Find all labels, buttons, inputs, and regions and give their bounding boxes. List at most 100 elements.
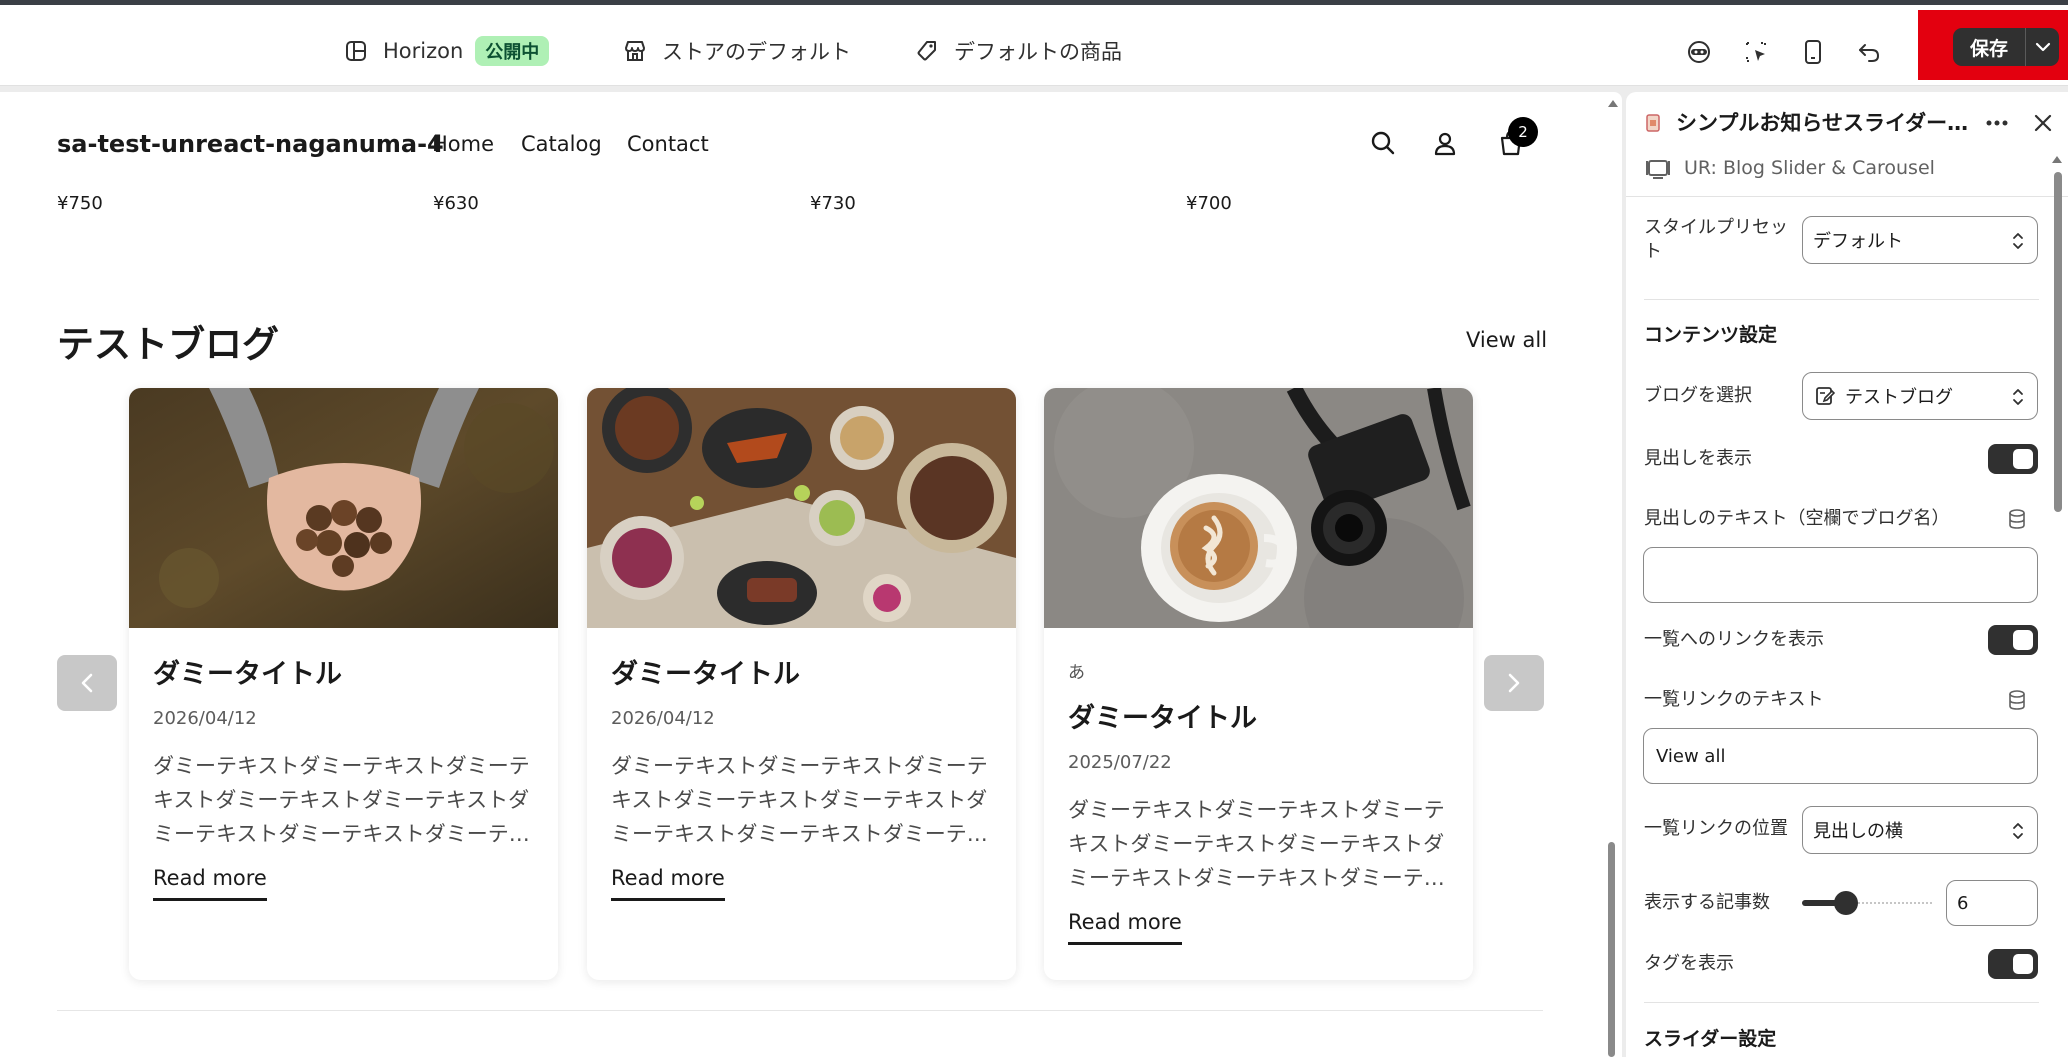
blog-post-icon xyxy=(1815,386,1835,406)
list-link-text-input[interactable]: View all xyxy=(1643,728,2038,784)
list-link-text-label: 一覧リンクのテキスト xyxy=(1644,689,1824,710)
select-chevron-icon xyxy=(2011,819,2025,848)
post-count-slider-track[interactable] xyxy=(1850,902,1932,904)
show-heading-label: 見出しを表示 xyxy=(1644,448,1752,469)
inspector-icon[interactable] xyxy=(1739,35,1773,69)
blog-section-title: テストブログ xyxy=(57,323,279,366)
blog-card-image-chestnuts[interactable] xyxy=(129,388,558,628)
blog-select-label: ブログを選択 xyxy=(1644,385,1752,406)
panel-divider xyxy=(1644,1002,2039,1003)
show-tags-toggle[interactable] xyxy=(1988,949,2038,979)
post-count-label: 表示する記事数 xyxy=(1644,892,1770,913)
blog-card-date: 2026/04/12 xyxy=(611,708,715,729)
blog-card-title[interactable]: ダミータイトル xyxy=(1068,696,1257,735)
blog-card-excerpt: ダミーテキストダミーテキストダミーテキストダミーテキストダミーテキストダミーテキ… xyxy=(153,754,530,846)
save-button[interactable]: 保存 xyxy=(1953,28,2059,66)
list-link-position-value: 見出しの横 xyxy=(1813,821,1903,842)
post-count-input[interactable]: 6 xyxy=(1946,880,2038,926)
undo-icon[interactable] xyxy=(1852,35,1886,69)
blog-card[interactable]: ダミータイトル 2026/04/12 ダミーテキストダミーテキストダミーテキスト… xyxy=(129,388,558,980)
panel-title: シンプルお知らせスライダー… xyxy=(1676,111,1969,135)
section-icon xyxy=(1646,114,1660,132)
scroll-up-arrow-icon[interactable] xyxy=(1608,100,1618,107)
blog-card-image-coffee-camera[interactable] xyxy=(1044,388,1473,628)
read-more-link[interactable]: Read more xyxy=(153,866,267,901)
style-preset-value: デフォルト xyxy=(1813,231,1903,252)
tag-icon xyxy=(914,38,940,64)
scroll-up-arrow-icon[interactable] xyxy=(2052,156,2062,163)
chevron-down-icon[interactable] xyxy=(2026,42,2059,52)
section-divider xyxy=(57,1010,1543,1011)
post-count-slider-thumb[interactable] xyxy=(1834,891,1858,915)
product-price: ¥630 xyxy=(433,193,479,214)
chevron-right-icon xyxy=(1508,673,1520,693)
close-icon[interactable] xyxy=(2028,108,2058,138)
dynamic-source-icon[interactable] xyxy=(2006,508,2030,532)
blog-card-title[interactable]: ダミータイトル xyxy=(153,652,342,691)
show-list-link-label: 一覧へのリンクを表示 xyxy=(1644,629,1824,650)
list-link-position-label: 一覧リンクの位置 xyxy=(1644,818,1788,839)
panel-subtitle: UR: Blog Slider & Carousel xyxy=(1684,157,1935,179)
blog-card-excerpt: ダミーテキストダミーテキストダミーテキストダミーテキストダミーテキストダミーテキ… xyxy=(1068,798,1445,890)
view-all-link[interactable]: View all xyxy=(1466,328,1547,352)
more-options-icon[interactable] xyxy=(1982,108,2012,138)
cart-count-badge: 2 xyxy=(1508,117,1538,147)
layout-icon xyxy=(343,38,369,64)
select-chevron-icon xyxy=(2011,229,2025,258)
store-name[interactable]: sa-test-unreact-naganuma-4 xyxy=(57,130,444,158)
blog-select-value: テストブログ xyxy=(1845,387,1953,408)
save-label: 保存 xyxy=(1969,37,2008,60)
nav-contact[interactable]: Contact xyxy=(627,132,709,156)
settings-panel: シンプルお知らせスライダー… UR: Blog Slider & Carouse… xyxy=(1626,92,2068,1057)
sidekick-icon[interactable] xyxy=(1682,35,1716,69)
heading-text-input[interactable] xyxy=(1643,547,2038,603)
store-preview: sa-test-unreact-naganuma-4 Home Catalog … xyxy=(0,92,1622,1057)
blog-card[interactable]: あ ダミータイトル 2025/07/22 ダミーテキストダミーテキストダミーテキ… xyxy=(1044,388,1473,980)
style-preset-label: スタイルプリセット xyxy=(1644,217,1788,262)
theme-name: Horizon xyxy=(383,39,464,63)
select-chevron-icon xyxy=(2011,385,2025,414)
panel-divider xyxy=(1626,196,2068,197)
panel-scroll-thumb[interactable] xyxy=(2054,172,2062,512)
show-list-link-toggle[interactable] xyxy=(1988,625,2038,655)
content-section-heading: コンテンツ設定 xyxy=(1644,324,1778,346)
slider-section-heading: スライダー設定 xyxy=(1644,1028,1777,1050)
app-block-icon xyxy=(1646,158,1670,180)
nav-catalog[interactable]: Catalog xyxy=(521,132,602,156)
chevron-left-icon xyxy=(81,673,93,693)
heading-text-label: 見出しのテキスト（空欄でブログ名） xyxy=(1644,508,1950,529)
read-more-link[interactable]: Read more xyxy=(1068,910,1182,945)
slider-prev-button[interactable] xyxy=(57,655,117,711)
slider-next-button[interactable] xyxy=(1484,655,1544,711)
nav-home[interactable]: Home xyxy=(432,132,494,156)
theme-selector[interactable]: Horizon 公開中 xyxy=(343,33,550,69)
dynamic-source-icon[interactable] xyxy=(2006,689,2030,713)
product-default-selector[interactable]: デフォルトの商品 xyxy=(914,33,1122,69)
store-default-selector[interactable]: ストアのデフォルト xyxy=(622,33,851,69)
theme-status-badge: 公開中 xyxy=(475,36,550,66)
show-tags-label: タグを表示 xyxy=(1644,953,1734,974)
show-heading-toggle[interactable] xyxy=(1988,444,2038,474)
blog-select[interactable]: テストブログ xyxy=(1802,372,2038,420)
editor-topbar: Horizon 公開中 ストアのデフォルト デフォルトの商品 xyxy=(0,5,2068,86)
search-icon[interactable] xyxy=(1366,126,1400,160)
blog-card-excerpt: ダミーテキストダミーテキストダミーテキストダミーテキストダミーテキストダミーテキ… xyxy=(611,754,988,846)
product-price: ¥750 xyxy=(57,193,103,214)
product-default-label: デフォルトの商品 xyxy=(954,40,1122,64)
blog-card-date: 2025/07/22 xyxy=(1068,752,1172,773)
blog-card-date: 2026/04/12 xyxy=(153,708,257,729)
style-preset-select[interactable]: デフォルト xyxy=(1802,216,2038,264)
account-icon[interactable] xyxy=(1428,126,1462,160)
blog-card-title[interactable]: ダミータイトル xyxy=(611,652,800,691)
preview-scroll-thumb[interactable] xyxy=(1608,842,1615,1057)
blog-card[interactable]: ダミータイトル 2026/04/12 ダミーテキストダミーテキストダミーテキスト… xyxy=(587,388,1016,980)
mobile-preview-icon[interactable] xyxy=(1796,35,1830,69)
panel-divider xyxy=(1644,299,2039,300)
theme-editor: Horizon 公開中 ストアのデフォルト デフォルトの商品 保存 sa-tes… xyxy=(0,0,2068,1057)
preview-scrollbar[interactable] xyxy=(1606,92,1618,1057)
blog-card-image-food[interactable] xyxy=(587,388,1016,628)
blog-card-tag: あ xyxy=(1068,663,1085,683)
product-price: ¥730 xyxy=(810,193,856,214)
read-more-link[interactable]: Read more xyxy=(611,866,725,901)
list-link-position-select[interactable]: 見出しの横 xyxy=(1802,806,2038,854)
